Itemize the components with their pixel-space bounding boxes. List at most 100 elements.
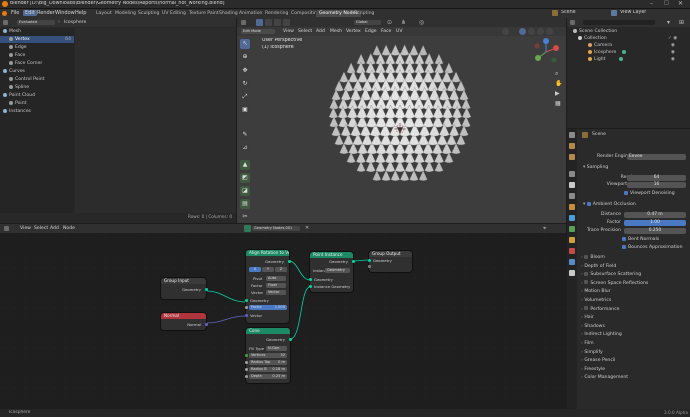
properties-tab-icon[interactable]	[569, 143, 575, 149]
visibility-toggles[interactable]: ✓ ◉ ◉ ◉ ◉	[668, 35, 686, 63]
tab-scripting[interactable]: Scripting	[351, 10, 377, 17]
geometry-socket[interactable]	[288, 338, 292, 341]
viewport-denoising-checkbox[interactable]: Viewport Denoising	[624, 190, 675, 198]
int-socket[interactable]	[244, 354, 248, 357]
spreadsheet-tree-item[interactable]: Face	[0, 52, 74, 59]
float-socket[interactable]	[244, 361, 248, 364]
pivot-select[interactable]: Auto	[266, 276, 286, 281]
outliner-item-camera[interactable]: Camera	[588, 42, 612, 49]
select-mode-icon[interactable]	[265, 19, 272, 26]
spreadsheet-tree-item[interactable]: Face Corner	[0, 60, 74, 67]
tab-animation[interactable]: Animation	[236, 10, 265, 17]
empty-socket[interactable]	[367, 265, 371, 268]
pan-icon[interactable]: ✋	[555, 80, 562, 87]
ao-trace-field[interactable]: 0.250	[624, 228, 686, 234]
menu-edit[interactable]: Edit	[23, 10, 37, 16]
spreadsheet-tree-item[interactable]: Instances	[0, 108, 74, 115]
snap-icon[interactable]: ⋔	[401, 19, 406, 26]
geometry-socket[interactable]	[351, 260, 355, 263]
properties-section[interactable]: › Freestyle	[581, 366, 605, 374]
properties-tab-icons[interactable]	[569, 132, 576, 392]
menu-file[interactable]: File	[11, 10, 19, 16]
view-layer-name[interactable]: View Layer	[620, 10, 646, 15]
properties-section[interactable]: › Motion Blur	[581, 288, 611, 296]
maximize-icon[interactable]: □	[664, 0, 669, 6]
properties-section[interactable]: › Indirect Lighting	[581, 331, 622, 339]
tweak-tool-icon[interactable]: ↖	[240, 39, 250, 49]
float-socket[interactable]	[244, 368, 248, 371]
properties-tab-icon[interactable]	[569, 132, 575, 138]
align-rotation-node[interactable]: Align Rotation to Vec Geometry X Y Z Piv…	[244, 250, 291, 323]
new-collection-icon[interactable]: ⊞	[679, 19, 684, 26]
spreadsheet-tree-item[interactable]: Control Point	[0, 76, 74, 83]
properties-section[interactable]: › Hair	[581, 314, 594, 322]
editor-type-icon[interactable]	[3, 20, 8, 25]
radius-bottom-field[interactable]: Radius B 0.18 m	[249, 367, 287, 372]
properties-tab-icon[interactable]	[569, 259, 575, 265]
tab-uv-editing[interactable]: UV Editing	[159, 10, 189, 17]
viewport-menu-uv[interactable]: UV	[396, 29, 403, 34]
viewport-menu-mesh[interactable]: Mesh	[330, 29, 342, 34]
vector-socket[interactable]	[244, 314, 248, 317]
spreadsheet-tree-item[interactable]: Spline	[0, 84, 74, 91]
axis-x-button[interactable]: X	[249, 267, 261, 272]
properties-tab-icon[interactable]	[569, 270, 575, 276]
scene-name[interactable]: Scene	[561, 10, 576, 15]
spreadsheet-tree-item[interactable]: Point Cloud	[0, 92, 74, 99]
properties-section[interactable]: › Color Management	[581, 374, 628, 382]
properties-section[interactable]: › Volumetrics	[581, 297, 611, 305]
float-socket[interactable]	[244, 306, 248, 309]
properties-tab-icon[interactable]	[569, 237, 575, 243]
filter-icon[interactable]: ▾	[667, 19, 670, 26]
normal-node[interactable]: Normal Normal	[161, 313, 208, 330]
radius-top-field[interactable]: Radius Top 0 m	[249, 360, 287, 365]
camera-view-icon[interactable]: ▶	[555, 90, 560, 97]
geometry-socket[interactable]	[204, 288, 208, 291]
axis-z-button[interactable]: Z	[275, 267, 287, 272]
loop-cut-tool-icon[interactable]: ▤	[240, 199, 250, 209]
extrude-tool-icon[interactable]: ▲	[240, 160, 250, 170]
float-socket[interactable]	[244, 375, 248, 378]
factor-field[interactable]: Factor 1.000	[249, 305, 287, 310]
measure-tool-icon[interactable]: ⊿	[240, 143, 250, 153]
navigation-gizmo-icon[interactable]	[532, 38, 560, 66]
ao-factor-field[interactable]: 1.00	[624, 220, 686, 226]
select-box-icon[interactable]	[256, 19, 263, 26]
grid-icon[interactable]: ▦	[555, 100, 561, 107]
viewport-menu-vertex[interactable]: Vertex	[346, 29, 361, 34]
viewport-shading-buttons[interactable]	[502, 28, 562, 35]
instance-type-select[interactable]: Geometry	[325, 268, 350, 273]
menu-render[interactable]: Render	[37, 10, 55, 16]
knife-tool-icon[interactable]: ✂	[240, 212, 250, 222]
spreadsheet-tree-item[interactable]: Mesh	[0, 28, 74, 35]
minimize-icon[interactable]: –	[650, 0, 653, 7]
cursor-tool-icon[interactable]: ⊕	[240, 52, 250, 62]
transform-orientation-select[interactable]: Global	[354, 20, 381, 25]
blender-menu-icon[interactable]	[2, 11, 7, 16]
annotate-tool-icon[interactable]: ✎	[240, 130, 250, 140]
spreadsheet-tree-item[interactable]: Edge	[0, 44, 74, 51]
spreadsheet-tree-item[interactable]: Curves	[0, 68, 74, 75]
point-instance-node[interactable]: Point Instance Geometry Instan Geometry …	[308, 252, 355, 292]
outliner-item-light[interactable]: Light	[588, 56, 625, 63]
properties-tab-icon[interactable]	[569, 154, 575, 160]
viewport-samples-field[interactable]: 16	[627, 182, 686, 188]
editor-type-icon[interactable]	[241, 20, 246, 25]
geometry-socket[interactable]	[308, 278, 312, 281]
geometry-socket[interactable]	[367, 259, 371, 262]
viewport-menu-face[interactable]: Face	[381, 29, 391, 34]
geometry-socket[interactable]	[287, 260, 291, 263]
properties-tab-icon[interactable]	[569, 215, 575, 221]
bevel-tool-icon[interactable]: ◪	[240, 186, 250, 196]
properties-section[interactable]: › Depth of Field	[581, 263, 616, 271]
geometry-socket[interactable]	[308, 285, 312, 288]
icosphere-instances[interactable]	[305, 38, 495, 196]
proportional-edit-icon[interactable]: ◎	[419, 19, 424, 26]
inset-tool-icon[interactable]: ◩	[240, 173, 250, 183]
properties-tab-icon[interactable]	[569, 204, 575, 210]
select-mode-icon[interactable]	[274, 19, 281, 26]
viewport-menu-add[interactable]: Add	[316, 29, 325, 34]
move-tool-icon[interactable]: ✥	[240, 66, 250, 76]
menu-window[interactable]: Window	[55, 10, 75, 16]
vector-mode-select[interactable]: Vector	[266, 290, 286, 295]
